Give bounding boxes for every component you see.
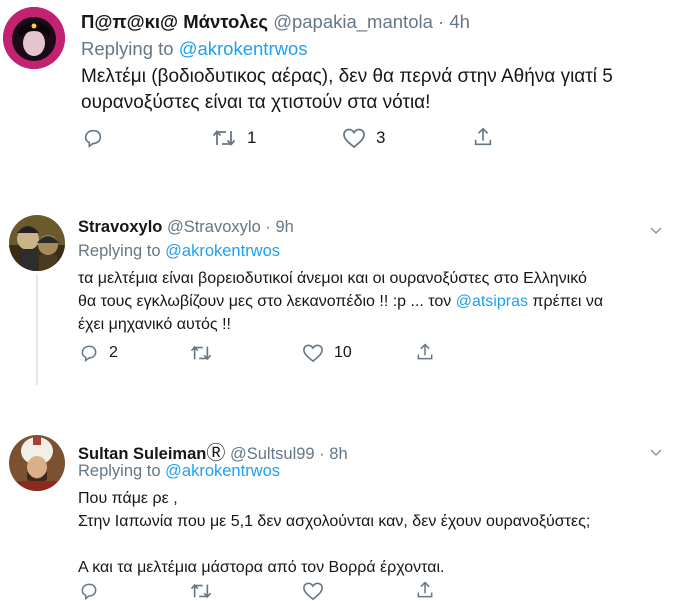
replying-to-label: Replying to [78, 242, 161, 260]
tweet-menu-button[interactable] [650, 444, 662, 462]
body-mention[interactable]: @atsipras [456, 293, 528, 310]
heart-icon [303, 344, 323, 363]
tweet-text-line: τα μελτέμια είναι βορειοδυτικοί άνεμοι κ… [78, 270, 587, 287]
reply-button[interactable]: 2 [79, 343, 118, 363]
like-button[interactable] [302, 581, 324, 601]
author-name[interactable]: Sultan SuleimanⓇ [78, 443, 226, 464]
timestamp[interactable]: 8h [329, 445, 347, 463]
share-button[interactable] [472, 126, 494, 148]
replying-to-mention[interactable]: @akrokentrwos [165, 242, 280, 260]
registered-badge: Ⓡ [206, 443, 226, 464]
retweet-button[interactable] [189, 581, 213, 601]
reply-icon [81, 345, 97, 362]
retweet-icon [190, 345, 212, 361]
tweet-text: Που πάμε ρε , Στην Ιαπωνία που με 5,1 δε… [78, 487, 693, 579]
author-name-text: Sultan Suleiman [78, 445, 207, 463]
tweet-1: Π@π@κι@ Μάντολες @papakia_mantola · 4h R… [0, 0, 699, 170]
replying-to: Replying to @akrokentrwos [81, 38, 308, 60]
separator-dot: · [438, 11, 445, 32]
author-name[interactable]: Π@π@κι@ Μάντολες [81, 11, 268, 32]
chevron-down-icon [650, 449, 662, 457]
author-handle[interactable]: @Sultsul99 [230, 445, 315, 463]
separator-dot: · [265, 218, 271, 236]
retweet-count: 1 [247, 128, 257, 147]
like-button[interactable]: 10 [302, 343, 352, 363]
tweet-menu-button[interactable] [650, 222, 662, 240]
tweet-text: Μελτέμι (βοδιοδυτικος αέρας), δεν θα περ… [81, 64, 693, 116]
retweet-button[interactable] [189, 343, 223, 363]
heart-icon [303, 582, 323, 601]
avatar[interactable] [3, 7, 65, 69]
reply-icon [84, 129, 102, 148]
tweet-text-line: Στην Ιαπωνία που με 5,1 δεν ασχολούνται … [78, 513, 591, 530]
tweet-text-fragment: θα τους εγκλωβίζουν μες στο λεκανοπέδιο … [78, 293, 456, 310]
tweet-text-line: Μελτέμι (βοδιοδυτικος αέρας), δεν θα περ… [81, 66, 613, 87]
timestamp[interactable]: 9h [275, 218, 293, 236]
tweet-text-line: Α και τα μελτέμια μάστορα από τον Βορρά … [78, 559, 445, 576]
thread-line [36, 275, 38, 385]
retweet-icon [212, 130, 236, 146]
replying-to-mention[interactable]: @akrokentrwos [179, 38, 308, 59]
share-button[interactable] [415, 580, 435, 600]
author-name[interactable]: Stravoxylo [78, 218, 162, 236]
share-icon [417, 581, 433, 598]
tweet-text-line: Που πάμε ρε , [78, 490, 178, 507]
tweet-text-line [78, 533, 693, 556]
replying-to: Replying to @akrokentrwos [78, 462, 280, 481]
heart-icon [343, 128, 365, 149]
avatar[interactable] [9, 435, 65, 491]
timestamp[interactable]: 4h [449, 11, 470, 32]
reply-button[interactable] [82, 127, 114, 149]
like-button[interactable]: 3 [342, 127, 385, 149]
reply-count: 2 [109, 344, 118, 361]
tweet-2: Stravoxylo @Stravoxylo · 9h Replying to … [0, 205, 699, 385]
separator-dot: · [319, 445, 325, 463]
reply-button[interactable] [79, 581, 99, 601]
tweet-text-fragment: πρέπει να [527, 293, 604, 310]
chevron-down-icon [650, 227, 662, 235]
replying-to: Replying to @akrokentrwos [78, 242, 280, 261]
tweet-text-line: θα τους εγκλωβίζουν μες στο λεκανοπέδιο … [78, 290, 693, 313]
tweet-text-line: έχει μηχανικό αυτός !! [78, 316, 231, 333]
tweet-text: τα μελτέμια είναι βορειοδυτικοί άνεμοι κ… [78, 267, 693, 336]
author-handle[interactable]: @papakia_mantola [273, 11, 433, 32]
share-button[interactable] [415, 342, 435, 362]
retweet-button[interactable]: 1 [211, 127, 256, 149]
author-handle[interactable]: @Stravoxylo [167, 218, 261, 236]
share-icon [474, 127, 492, 146]
avatar[interactable] [9, 215, 65, 271]
reply-icon [81, 583, 97, 600]
replying-to-label: Replying to [81, 38, 174, 59]
replying-to-label: Replying to [78, 462, 161, 480]
tweet-text-line: ουρανοξύστες είναι τα χτιστούν στα νότια… [81, 92, 431, 114]
like-count: 10 [334, 344, 352, 361]
retweet-icon [190, 583, 212, 599]
share-icon [417, 343, 433, 360]
replying-to-mention[interactable]: @akrokentrwos [165, 462, 280, 480]
tweet-3: Sultan SuleimanⓇ @Sultsul99 · 8h Replyin… [0, 425, 699, 601]
like-count: 3 [376, 128, 386, 147]
